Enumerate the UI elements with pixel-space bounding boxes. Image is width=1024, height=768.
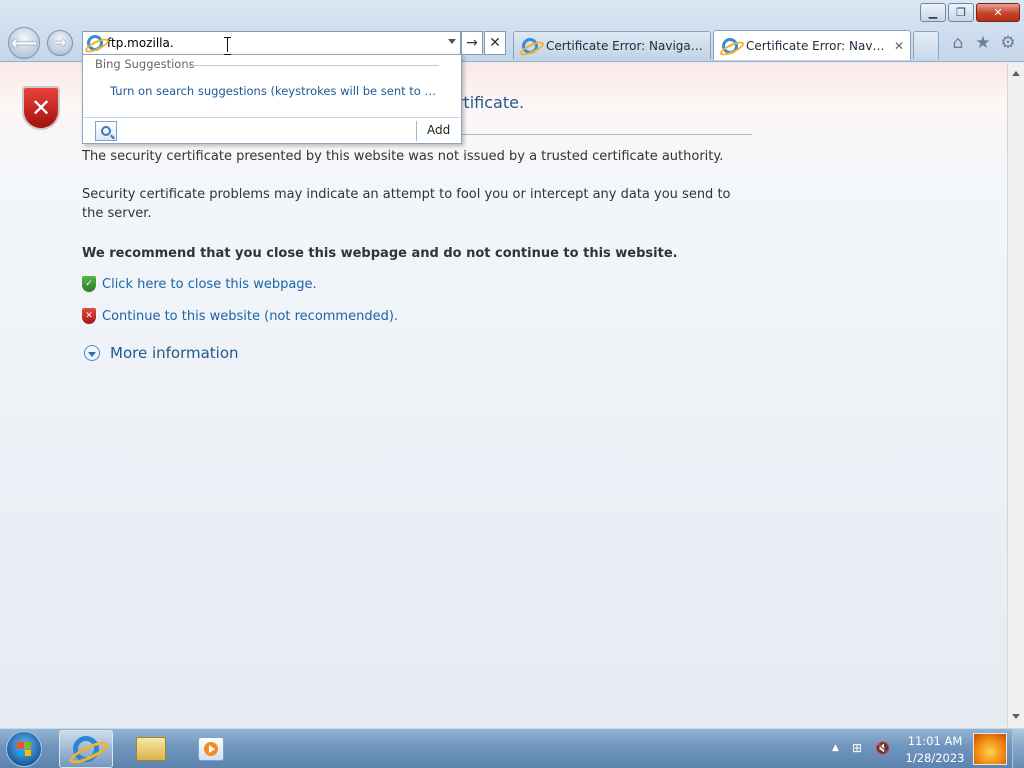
network-icon[interactable]: ⊞ bbox=[852, 741, 862, 755]
text-cursor-icon bbox=[224, 37, 232, 55]
forward-button[interactable]: → bbox=[47, 30, 73, 56]
start-button[interactable] bbox=[6, 731, 42, 767]
tab-certificate-error-1[interactable]: Certificate Error: Navigation B... bbox=[513, 31, 711, 59]
show-desktop-button[interactable] bbox=[1012, 729, 1024, 768]
search-provider-button[interactable] bbox=[95, 121, 117, 141]
tab-label: Certificate Error: Navigation B... bbox=[546, 38, 704, 53]
window-controls: ▁ ❐ ✕ bbox=[920, 3, 1020, 22]
scroll-up-icon[interactable] bbox=[1012, 71, 1020, 76]
red-shield-icon: ✕ bbox=[82, 308, 96, 324]
continue-link[interactable]: Continue to this website (not recommende… bbox=[102, 309, 398, 324]
restore-button[interactable]: ❐ bbox=[948, 3, 974, 22]
more-information-label[interactable]: More information bbox=[110, 344, 239, 362]
volume-muted-icon[interactable]: 🔇 bbox=[875, 741, 890, 755]
close-webpage-link[interactable]: Click here to close this webpage. bbox=[102, 277, 317, 292]
recommendation-text: We recommend that you close this webpage… bbox=[82, 246, 678, 261]
home-icon[interactable]: ⌂ bbox=[948, 32, 968, 54]
tools-glyph: ⚙ bbox=[1000, 33, 1016, 53]
tab-certificate-error-2[interactable]: Certificate Error: Navigatio... ✕ bbox=[713, 30, 911, 60]
more-information-toggle[interactable]: More information bbox=[84, 344, 239, 362]
taskbar-file-explorer[interactable] bbox=[124, 730, 178, 768]
tab-close-icon[interactable]: ✕ bbox=[894, 39, 904, 53]
browser-toolbar: ▁ ❐ ✕ ⟵ → → ✕ Certificate Error: Navigat… bbox=[0, 0, 1024, 62]
stop-button[interactable]: ✕ bbox=[484, 31, 506, 55]
forward-arrow-icon: → bbox=[54, 35, 66, 51]
ie-tab-icon bbox=[522, 37, 538, 54]
x-glyph: ✕ bbox=[85, 311, 93, 321]
address-bar[interactable] bbox=[82, 31, 461, 55]
close-webpage-row[interactable]: ✓ Click here to close this webpage. bbox=[82, 276, 317, 292]
search-icon bbox=[101, 126, 111, 136]
address-suggestions-popup: Bing Suggestions Turn on search suggesti… bbox=[82, 54, 462, 144]
suggestions-heading: Bing Suggestions bbox=[95, 57, 195, 71]
continue-row[interactable]: ✕ Continue to this website (not recommen… bbox=[82, 308, 398, 324]
ie-page-icon bbox=[87, 35, 103, 51]
show-hidden-icons-icon[interactable]: ▲ bbox=[832, 743, 839, 753]
vertical-scrollbar[interactable] bbox=[1007, 63, 1024, 727]
clock-date[interactable]: 1/28/2023 bbox=[900, 751, 970, 765]
internet-explorer-icon bbox=[73, 736, 99, 762]
folder-icon bbox=[136, 737, 166, 761]
address-dropdown-icon[interactable] bbox=[448, 39, 456, 44]
turn-on-suggestions-link[interactable]: Turn on search suggestions (keystrokes w… bbox=[110, 84, 440, 98]
check-glyph: ✓ bbox=[85, 279, 93, 289]
stop-icon: ✕ bbox=[489, 35, 501, 51]
user-flower-icon bbox=[973, 733, 1007, 765]
back-arrow-icon: ⟵ bbox=[11, 32, 37, 54]
ie-tab-icon bbox=[722, 37, 738, 54]
tab-label: Certificate Error: Navigatio... bbox=[746, 38, 886, 53]
go-button[interactable]: → bbox=[461, 31, 483, 55]
favorites-glyph: ★ bbox=[975, 33, 991, 53]
back-button[interactable]: ⟵ bbox=[8, 27, 40, 59]
certificate-explanation: The security certificate presented by th… bbox=[82, 149, 724, 164]
favorites-icon[interactable]: ★ bbox=[973, 32, 993, 54]
footer-separator bbox=[416, 121, 417, 141]
windows-logo-icon bbox=[17, 742, 31, 756]
close-icon: ✕ bbox=[993, 6, 1003, 19]
clock-time[interactable]: 11:01 AM bbox=[900, 734, 970, 748]
suggestions-divider bbox=[187, 65, 439, 66]
minimize-icon: ▁ bbox=[928, 6, 938, 19]
security-warning-text: Security certificate problems may indica… bbox=[82, 187, 731, 221]
play-icon bbox=[204, 742, 218, 756]
taskbar-internet-explorer[interactable] bbox=[59, 730, 113, 768]
page-content: ✕ ertificate. The security certificate p… bbox=[0, 63, 1007, 727]
address-input[interactable] bbox=[107, 33, 437, 53]
minimize-button[interactable]: ▁ bbox=[920, 3, 946, 22]
home-glyph: ⌂ bbox=[952, 33, 964, 53]
expand-chevron-icon bbox=[84, 345, 100, 361]
error-shield-icon: ✕ bbox=[22, 86, 60, 130]
go-arrow-icon: → bbox=[466, 35, 478, 51]
green-shield-icon: ✓ bbox=[82, 276, 96, 292]
shield-x-glyph: ✕ bbox=[30, 94, 52, 122]
taskbar: ▲ ⊞ 🔇 11:01 AM 1/28/2023 bbox=[0, 728, 1024, 768]
taskbar-media-player[interactable] bbox=[184, 730, 238, 768]
suggestions-footer: Add bbox=[83, 117, 461, 143]
scroll-down-icon[interactable] bbox=[1012, 714, 1020, 719]
restore-icon: ❐ bbox=[956, 6, 966, 19]
tools-icon[interactable]: ⚙ bbox=[998, 32, 1018, 54]
media-player-icon bbox=[198, 737, 224, 761]
close-window-button[interactable]: ✕ bbox=[976, 3, 1020, 22]
new-tab-button[interactable] bbox=[913, 31, 939, 59]
add-provider-button[interactable]: Add bbox=[427, 123, 450, 137]
